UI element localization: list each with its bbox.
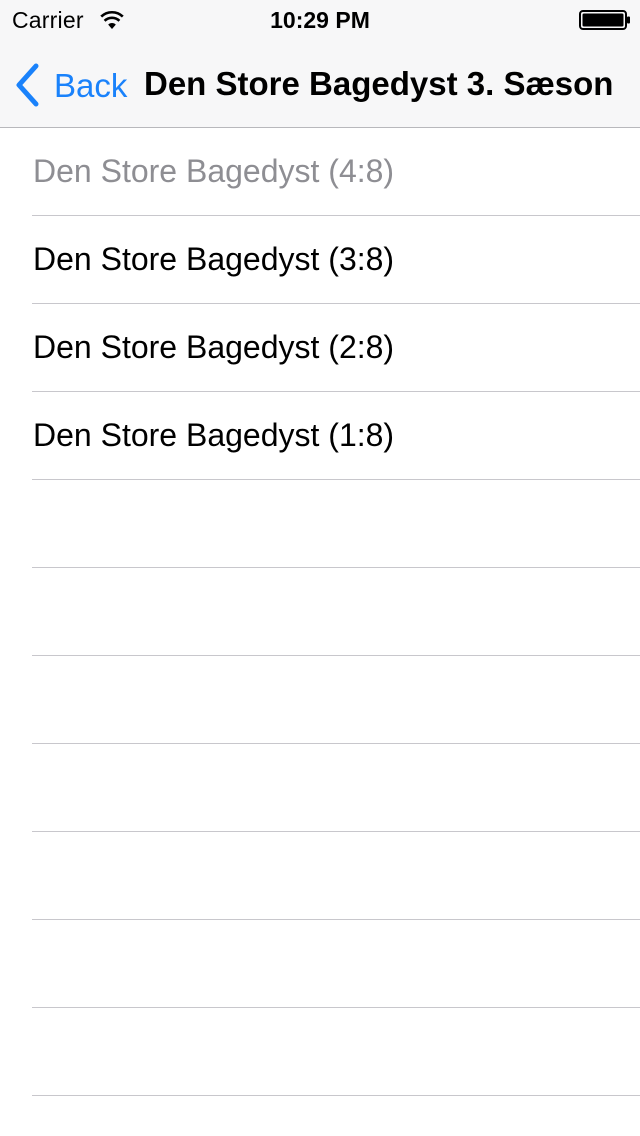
clock: 10:29 PM bbox=[270, 7, 370, 33]
battery-icon bbox=[579, 10, 630, 30]
empty-row bbox=[0, 480, 640, 568]
back-button-label: Back bbox=[54, 66, 128, 104]
empty-row bbox=[0, 832, 640, 920]
empty-row bbox=[0, 920, 640, 1008]
back-button[interactable]: Back bbox=[14, 62, 127, 108]
status-bar: Carrier 10:29 PM bbox=[0, 0, 640, 40]
empty-row bbox=[0, 744, 640, 832]
list-item[interactable]: Den Store Bagedyst (2:8) bbox=[0, 304, 640, 392]
top-bar: Carrier 10:29 PM Back Den Store Bagedyst… bbox=[0, 0, 640, 128]
list-item-label: Den Store Bagedyst (1:8) bbox=[33, 417, 395, 453]
list-item[interactable]: Den Store Bagedyst (4:8) bbox=[0, 128, 640, 216]
chevron-left-icon bbox=[16, 63, 39, 107]
navigation-bar: Back Den Store Bagedyst 3. Sæson bbox=[0, 40, 640, 128]
list-item-label: Den Store Bagedyst (4:8) bbox=[33, 153, 395, 189]
episode-list: Den Store Bagedyst (4:8) Den Store Baged… bbox=[0, 128, 640, 1096]
app-screen: Carrier 10:29 PM Back Den Store Bagedyst… bbox=[0, 0, 640, 1136]
empty-row bbox=[0, 1008, 640, 1096]
empty-row bbox=[0, 568, 640, 656]
page-title: Den Store Bagedyst 3. Sæson bbox=[144, 65, 614, 102]
empty-row bbox=[0, 656, 640, 744]
list-item[interactable]: Den Store Bagedyst (3:8) bbox=[0, 216, 640, 304]
list-item[interactable]: Den Store Bagedyst (1:8) bbox=[0, 392, 640, 480]
list-item-label: Den Store Bagedyst (2:8) bbox=[33, 329, 395, 365]
list-item-label: Den Store Bagedyst (3:8) bbox=[33, 241, 395, 277]
